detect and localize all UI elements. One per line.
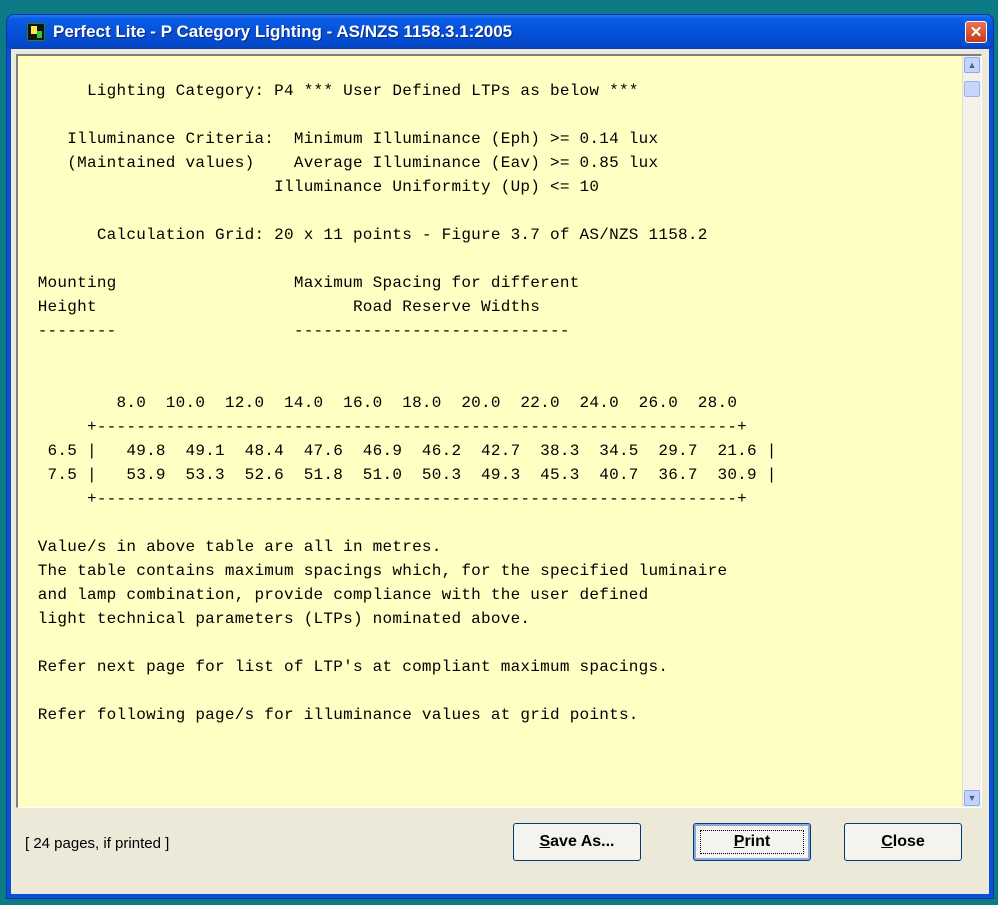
save-as-label: ave As... [550,833,615,850]
report-line: Illuminance Criteria: Minimum Illuminanc… [18,130,659,148]
report-line: 8.0 10.0 12.0 14.0 16.0 18.0 20.0 22.0 2… [18,394,738,412]
print-button[interactable]: Print [693,823,811,861]
report-line: ----------------------------------------… [18,799,777,807]
report-line [18,775,777,799]
report-line [18,751,777,775]
report-line: Value/s in above table are all in metres… [18,538,442,556]
report-line: Refer following page/s for illuminance v… [18,706,639,724]
report-line [18,511,777,535]
close-label: lose [892,833,925,850]
scroll-up-arrow-icon: ▲ [967,60,977,70]
report-line: Mounting Maximum Spacing for different [18,274,580,292]
close-mnemonic: C [881,833,893,850]
report-text: Lighting Category: P4 *** User Defined L… [18,79,777,807]
report-line [18,199,777,223]
dialog-client-area: Lighting Category: P4 *** User Defined L… [11,49,989,894]
figure-shape [37,31,42,38]
report-line: Calculation Grid: 20 x 11 points - Figur… [18,226,708,244]
report-line: +---------------------------------------… [18,490,748,508]
report-line: The table contains maximum spacings whic… [18,562,728,580]
report-line: Refer next page for list of LTP's at com… [18,658,669,676]
focus-rectangle [700,830,804,854]
page-count-status: [ 24 pages, if printed ] [25,835,170,852]
report-line [18,247,777,271]
report-line: -------- ---------------------------- [18,322,570,340]
scroll-up-button[interactable]: ▲ [964,57,980,73]
report-line [18,343,777,367]
report-line: 7.5 | 53.9 53.3 52.6 51.8 51.0 50.3 49.3… [18,466,777,484]
report-line [18,103,777,127]
report-line [18,367,777,391]
close-window-button[interactable]: ✕ [965,21,987,43]
perfect-lite-app-icon[interactable] [27,23,45,41]
vertical-scrollbar[interactable]: ▲ ▼ [962,56,981,807]
scroll-thumb[interactable] [964,81,980,97]
save-as-mnemonic: S [539,833,551,850]
report-line: +---------------------------------------… [18,418,748,436]
report-line [18,679,777,703]
report-line: and lamp combination, provide compliance… [18,586,649,604]
close-icon: ✕ [969,24,983,41]
close-button[interactable]: Close [844,823,962,861]
report-window: Perfect Lite - P Category Lighting - AS/… [6,14,994,899]
report-line: Illuminance Uniformity (Up) <= 10 [18,178,600,196]
report-line: 6.5 | 49.8 49.1 48.4 47.6 46.9 46.2 42.7… [18,442,777,460]
report-line: Height Road Reserve Widths [18,298,541,316]
scroll-down-button[interactable]: ▼ [964,790,980,806]
save-as-button[interactable]: Save As... [513,823,641,861]
window-title: Perfect Lite - P Category Lighting - AS/… [53,22,513,41]
report-line [18,727,777,751]
scroll-down-arrow-icon: ▼ [967,793,977,803]
report-preview-pane[interactable]: Lighting Category: P4 *** User Defined L… [16,54,982,808]
report-line [18,631,777,655]
title-bar[interactable]: Perfect Lite - P Category Lighting - AS/… [7,15,993,49]
report-line: (Maintained values) Average Illuminance … [18,154,659,172]
report-line: light technical parameters (LTPs) nomina… [18,610,531,628]
report-line: Lighting Category: P4 *** User Defined L… [18,82,639,100]
